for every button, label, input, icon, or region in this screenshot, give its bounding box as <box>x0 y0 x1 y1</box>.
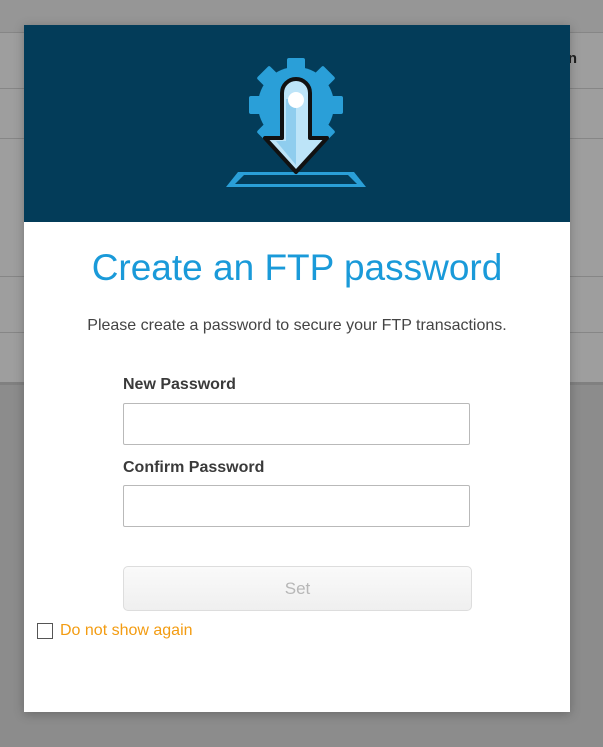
gear-download-icon <box>226 58 366 187</box>
confirm-password-input[interactable] <box>123 485 470 527</box>
set-button[interactable]: Set <box>123 566 472 611</box>
do-not-show-again-checkbox[interactable] <box>37 623 53 639</box>
do-not-show-again-option[interactable]: Do not show again <box>37 622 193 640</box>
dialog-header <box>24 25 570 222</box>
dialog-title: Create an FTP password <box>91 247 503 288</box>
do-not-show-again-label[interactable]: Do not show again <box>60 622 193 640</box>
new-password-label: New Password <box>123 376 236 393</box>
confirm-password-label: Confirm Password <box>123 459 265 476</box>
ftp-password-dialog: Create an FTP password Please create a p… <box>24 25 570 712</box>
dialog-subtitle: Please create a password to secure your … <box>87 317 507 334</box>
new-password-input[interactable] <box>123 403 470 445</box>
